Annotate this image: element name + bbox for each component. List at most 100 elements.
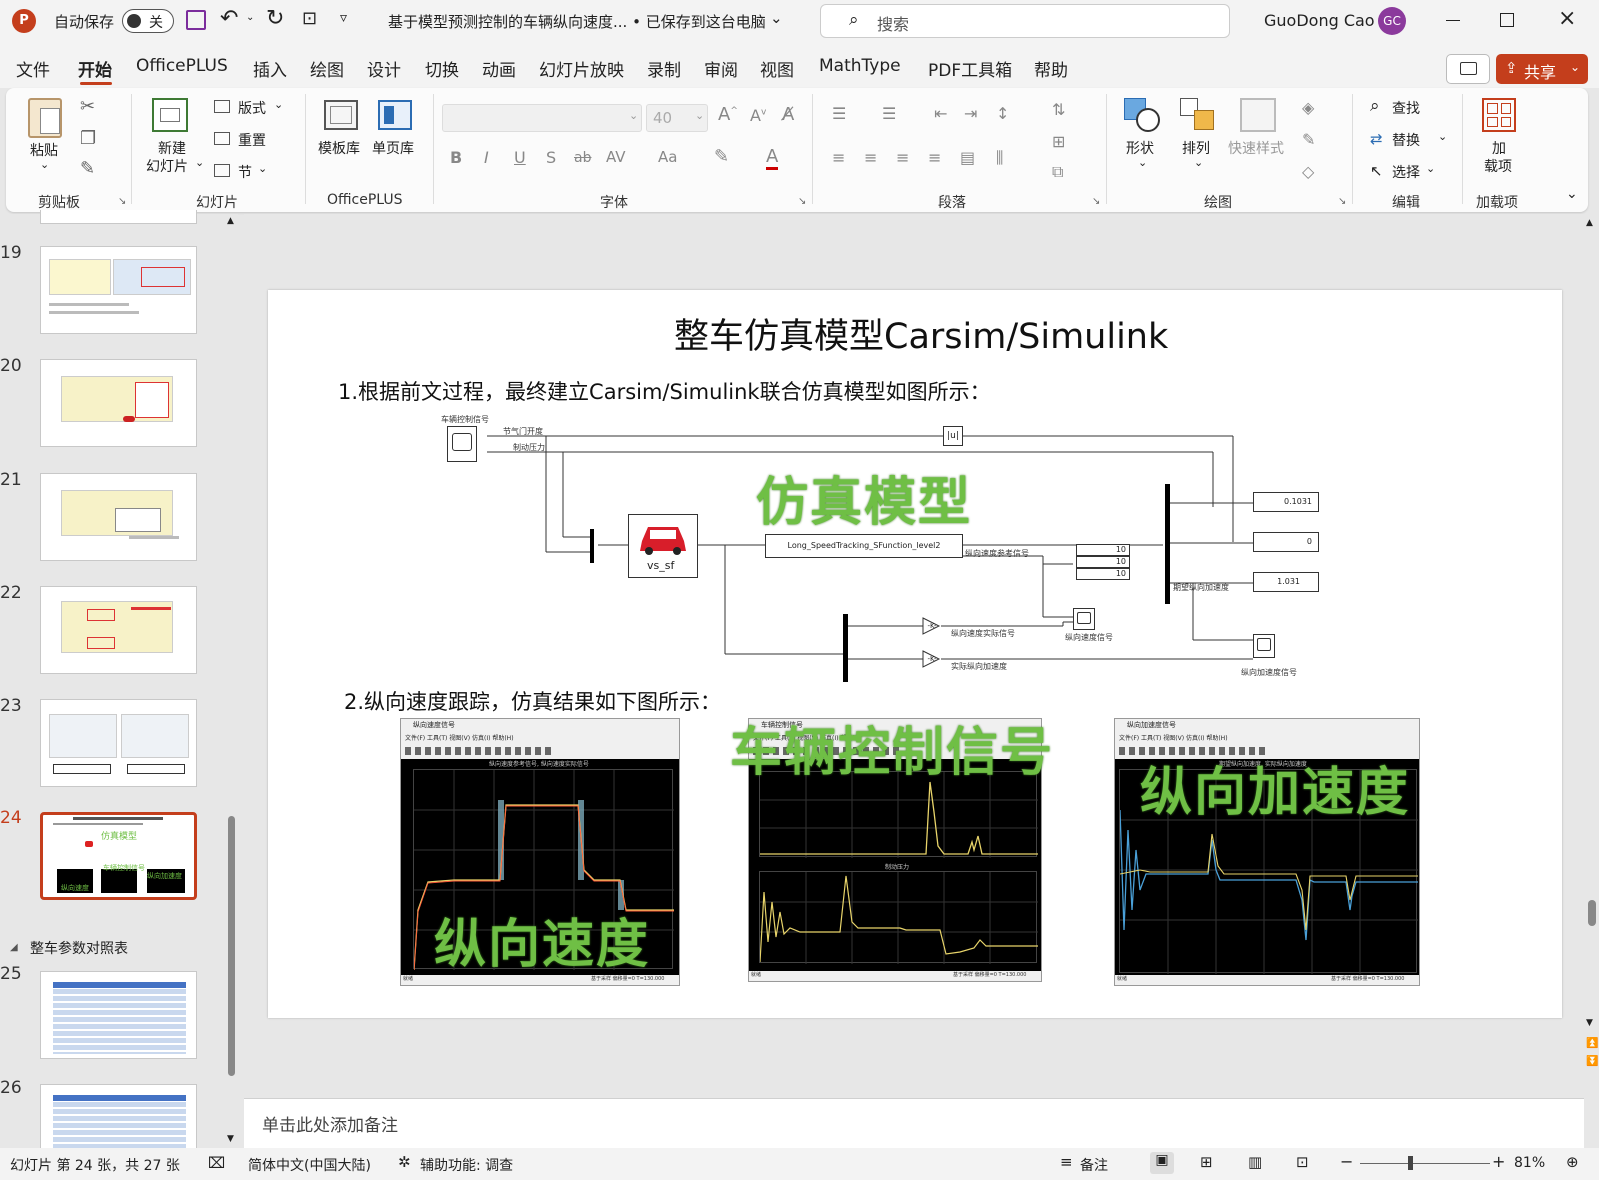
cut-icon[interactable]: ✂ <box>80 96 95 117</box>
gain-block-2[interactable]: -K- <box>923 651 941 667</box>
zoom-slider[interactable] <box>1360 1156 1490 1170</box>
tab-slideshow[interactable]: 幻灯片放映 <box>539 56 624 81</box>
new-slide-dropdown-icon[interactable]: ⌄ <box>195 156 204 169</box>
previous-slide-icon[interactable]: ⏫ <box>1586 1038 1598 1049</box>
arrange-icon[interactable] <box>1180 98 1216 134</box>
editor-scrollbar[interactable]: ▲ ▼ ⏫ ⏬ <box>1584 216 1599 1076</box>
share-button[interactable]: ⇪ 共享 ⌄ <box>1496 54 1588 84</box>
tab-home[interactable]: 开始 <box>78 56 112 81</box>
collapse-ribbon-icon[interactable]: ⌄ <box>1566 186 1578 202</box>
line-spacing-icon[interactable]: ↕ <box>996 104 1009 123</box>
distributed-icon[interactable]: ▤ <box>960 148 975 167</box>
change-case-icon[interactable]: Aa <box>658 148 677 166</box>
new-slide-label-2[interactable]: 幻灯片 <box>146 156 188 176</box>
section-collapse-icon[interactable]: ◢ <box>10 942 18 953</box>
tab-transitions[interactable]: 切换 <box>425 56 459 81</box>
comments-button[interactable] <box>1446 54 1490 84</box>
accel-scope[interactable] <box>1253 634 1275 658</box>
display-1[interactable]: 0.1031 <box>1253 492 1319 512</box>
template-library-button[interactable]: 模板库 <box>318 138 360 158</box>
language-indicator[interactable]: 简体中文(中国大陆) <box>248 1155 371 1175</box>
normal-view-icon[interactable]: ▣ <box>1150 1152 1174 1174</box>
align-center-icon[interactable]: ≡ <box>864 148 877 167</box>
copy-icon[interactable]: ❐ <box>80 128 96 149</box>
display-a[interactable]: 10 <box>1076 544 1130 556</box>
scroll-up-icon[interactable]: ▲ <box>227 216 234 226</box>
notes-placeholder[interactable]: 单击此处添加备注 <box>262 1111 398 1136</box>
tab-design[interactable]: 设计 <box>367 56 401 81</box>
slide-thumbnail-23[interactable] <box>40 699 197 787</box>
text-direction-icon[interactable]: ⇅ <box>1052 100 1065 119</box>
tab-insert[interactable]: 插入 <box>253 56 287 81</box>
select-button[interactable]: 选择 <box>1392 162 1420 182</box>
layout-icon[interactable] <box>214 100 230 113</box>
arrange-dropdown-icon[interactable]: ⌄ <box>1194 156 1203 169</box>
minimize-icon[interactable] <box>1446 20 1460 21</box>
next-slide-icon[interactable]: ⏬ <box>1586 1056 1598 1067</box>
reset-icon[interactable] <box>214 132 230 145</box>
notes-icon[interactable]: ≡ <box>1060 1153 1073 1171</box>
select-icon[interactable]: ↖ <box>1370 162 1383 180</box>
font-color-icon[interactable]: A <box>766 146 779 170</box>
shapes-button[interactable]: 形状 <box>1126 138 1154 158</box>
slide-thumbnail-20[interactable] <box>40 359 197 447</box>
font-launcher-icon[interactable]: ↘ <box>798 196 806 207</box>
shapes-icon[interactable] <box>1124 98 1160 134</box>
char-spacing-icon[interactable]: AV <box>606 148 626 166</box>
find-icon[interactable]: ⌕ <box>1370 96 1380 116</box>
undo-dropdown-icon[interactable]: ⌄ <box>246 12 254 23</box>
layout-dropdown-icon[interactable]: ⌄ <box>274 98 283 111</box>
bullets-icon[interactable]: ☰ <box>832 104 846 123</box>
slide-thumbnail-25[interactable] <box>40 971 197 1059</box>
bold-icon[interactable]: B <box>450 148 462 167</box>
slide-text-line-2[interactable]: 2.纵向速度跟踪，仿真结果如下图所示： <box>344 686 721 716</box>
editor-scroll-down-icon[interactable]: ▼ <box>1586 1018 1593 1028</box>
font-family-select[interactable]: ⌄ <box>442 104 642 132</box>
slide-thumbnail-21[interactable] <box>40 473 197 561</box>
clear-format-icon[interactable]: A̸ <box>782 104 794 125</box>
replace-dropdown-icon[interactable]: ⌄ <box>1438 130 1447 143</box>
shapes-dropdown-icon[interactable]: ⌄ <box>1138 156 1147 169</box>
notes-toggle[interactable]: 备注 <box>1080 1155 1108 1175</box>
abs-block[interactable]: |u| <box>943 426 963 446</box>
zoom-slider-thumb[interactable] <box>1408 1156 1413 1170</box>
zoom-level[interactable]: 81% <box>1514 1155 1545 1171</box>
thumbnail-scrollbar[interactable]: ▲ ▼ <box>226 216 238 1150</box>
select-dropdown-icon[interactable]: ⌄ <box>1426 162 1435 175</box>
arrange-button[interactable]: 排列 <box>1182 138 1210 158</box>
shape-fill-icon[interactable]: ◈ <box>1302 98 1314 117</box>
notes-pane[interactable]: 单击此处添加备注 <box>244 1098 1584 1148</box>
paste-label[interactable]: 粘贴 <box>30 140 58 160</box>
font-size-select[interactable]: 40 ⌄ <box>646 104 708 132</box>
justify-icon[interactable]: ≡ <box>928 148 941 167</box>
avatar[interactable]: GC <box>1378 7 1406 35</box>
columns-icon[interactable]: ⫼ <box>996 148 1003 168</box>
quick-styles-icon[interactable] <box>1240 98 1276 132</box>
undo-icon[interactable]: ↶ <box>220 6 238 31</box>
align-right-icon[interactable]: ≡ <box>896 148 909 167</box>
shape-effects-icon[interactable]: ◇ <box>1302 162 1314 181</box>
paragraph-launcher-icon[interactable]: ↘ <box>1092 196 1100 207</box>
document-title[interactable]: 基于模型预测控制的车辆纵向速度... • 已保存到这台电脑 <box>388 11 766 32</box>
reading-view-icon[interactable]: ▥ <box>1248 1153 1262 1171</box>
control-signal-scope[interactable] <box>447 426 477 462</box>
display-c[interactable]: 10 <box>1076 568 1130 580</box>
paste-icon[interactable] <box>28 98 62 138</box>
save-icon[interactable] <box>186 10 206 30</box>
tab-mathtype[interactable]: MathType <box>819 56 901 76</box>
replace-button[interactable]: 替换 <box>1392 130 1420 150</box>
smartart-icon[interactable]: ⧉ <box>1052 162 1063 182</box>
slide-thumbnail-24-active[interactable]: 仿真模型 车辆控制信号 纵向加速度 纵向速度 <box>40 812 197 900</box>
new-slide-icon[interactable] <box>152 98 188 132</box>
tab-draw[interactable]: 绘图 <box>310 56 344 81</box>
maximize-icon[interactable] <box>1500 13 1514 27</box>
section-icon[interactable] <box>214 164 230 177</box>
tab-review[interactable]: 审阅 <box>704 56 738 81</box>
slide-sorter-icon[interactable]: ⊞ <box>1200 1153 1213 1171</box>
close-icon[interactable]: × <box>1558 6 1576 31</box>
zoom-out-icon[interactable]: − <box>1340 1152 1353 1171</box>
underline-icon[interactable]: U <box>514 148 526 167</box>
title-dropdown-icon[interactable]: ⌄ <box>770 9 783 27</box>
present-icon[interactable]: ⊡ <box>302 8 317 29</box>
gain-block-1[interactable]: -K- <box>923 618 941 634</box>
